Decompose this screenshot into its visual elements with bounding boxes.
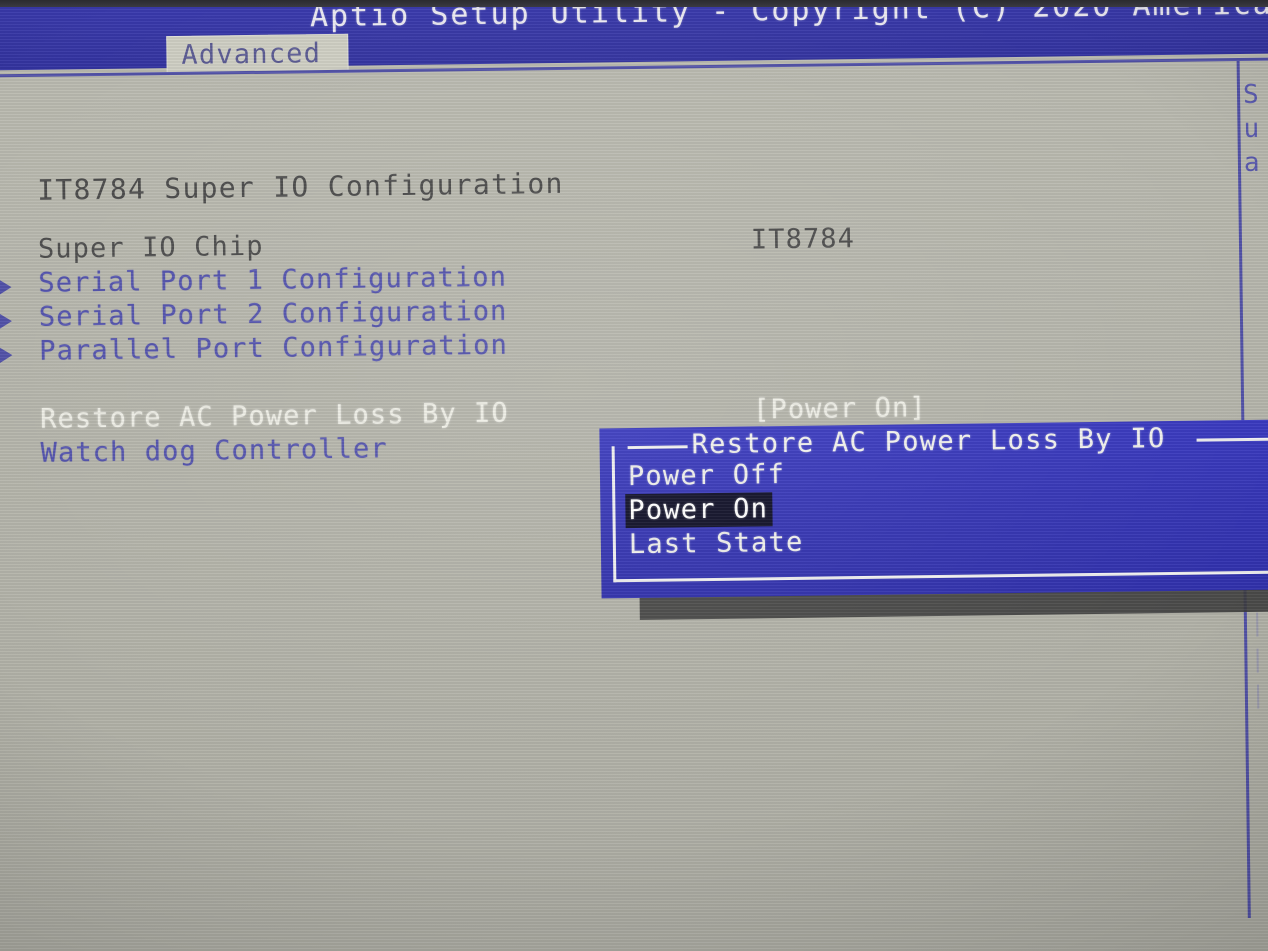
popup-option-label: Power On — [625, 492, 773, 529]
setup-row-label: Restore AC Power Loss By IO — [39, 397, 509, 435]
monitor-bezel-edge — [0, 0, 1268, 7]
setup-row-label: Super IO Chip — [37, 230, 264, 265]
setup-row-label: Watch dog Controller — [40, 433, 388, 469]
bios-screen: Aptio Setup Utility - Copyright (C) 2020… — [0, 0, 1268, 951]
help-text-fragment: a — [1243, 147, 1261, 178]
help-text-fragment-lower: | — [1250, 644, 1266, 673]
popup-option-list: Power Off Power On Last State — [625, 452, 1266, 562]
help-text-fragment-lower: | — [1250, 680, 1266, 709]
help-pane: Sua — [1243, 77, 1268, 180]
popup-option-label: Power Off — [627, 459, 786, 493]
popup-option-label: Last State — [628, 526, 804, 561]
setup-row-label: Serial Port 1 Configuration — [38, 261, 508, 299]
submenu-arrow-icon — [0, 347, 13, 364]
help-text-fragment: u — [1243, 113, 1261, 144]
section-title: IT8784 Super IO Configuration — [36, 166, 564, 207]
tab-advanced-label: Advanced — [181, 38, 322, 71]
setup-row-value[interactable]: [Power On] — [753, 392, 927, 425]
popup-border-left — [611, 446, 617, 583]
submenu-arrow-icon — [0, 279, 12, 296]
popup-border-top-right — [1196, 437, 1268, 442]
setup-row-label: Parallel Port Configuration — [39, 329, 509, 367]
popup-option[interactable]: Last State — [626, 520, 1266, 562]
setup-row-value[interactable]: IT8784 — [751, 223, 856, 255]
help-text-fragment: S — [1242, 79, 1261, 110]
tab-advanced[interactable]: Advanced — [166, 33, 349, 74]
submenu-arrow-icon — [0, 313, 13, 330]
popup-border-bottom — [613, 570, 1268, 583]
bios-screen-photo: Aptio Setup Utility - Copyright (C) 2020… — [0, 0, 1268, 951]
help-pane-lower: | | | — [1250, 604, 1268, 713]
setup-row-label: Serial Port 2 Configuration — [38, 295, 508, 333]
popup-border-top-left — [627, 445, 688, 450]
restore-ac-power-popup[interactable]: Restore AC Power Loss By IO Power Off Pow… — [599, 419, 1268, 599]
